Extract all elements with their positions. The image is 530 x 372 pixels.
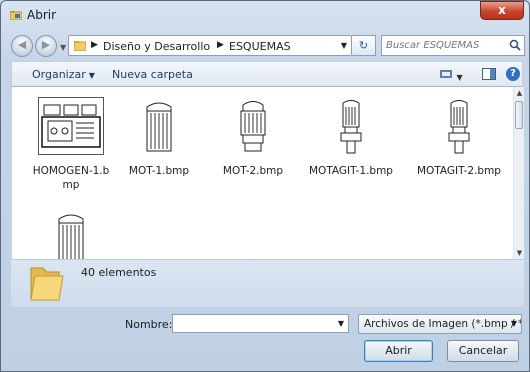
file-item[interactable]: MOT-2.bmp [210, 97, 296, 178]
back-arrow-icon: ◀ [17, 38, 27, 51]
chevron-right-icon[interactable]: ▶ [217, 40, 224, 50]
window-title: Abrir [27, 8, 57, 22]
preview-pane-icon[interactable] [482, 68, 496, 80]
file-item[interactable]: MOTAGIT-1.bmp [308, 97, 394, 178]
details-pane: 40 elementos [11, 259, 524, 307]
search-input[interactable] [386, 38, 504, 53]
filename-field[interactable]: ▼ [172, 314, 349, 333]
change-view-button[interactable]: ▼ [439, 68, 463, 83]
chevron-down-icon: ▼ [510, 319, 517, 328]
back-button[interactable]: ◀ [11, 35, 33, 57]
item-count: 40 elementos [81, 266, 157, 279]
file-item[interactable]: MOTAGIT-2.bmp [416, 97, 502, 178]
file-name: MOT-2.bmp [222, 165, 284, 177]
refresh-icon: ↻ [358, 39, 369, 52]
refresh-button[interactable]: ↻ [352, 35, 376, 56]
address-bar[interactable]: ▶ Diseño y Desarrollo ▶ ESQUEMAS ▼ [68, 35, 352, 56]
title-bar[interactable]: Abrir x [1, 1, 529, 29]
new-folder-button[interactable]: Nueva carpeta [112, 68, 193, 81]
file-item[interactable]: HOMOGEN-1.bmp [28, 97, 114, 192]
search-icon[interactable] [509, 39, 521, 51]
view-icon [440, 70, 452, 78]
homogenizer-thumbnail [38, 97, 104, 155]
scroll-up-icon[interactable]: ▲ [515, 89, 524, 97]
command-bar: Organizar ▼ Nueva carpeta ▼ ? [11, 61, 523, 87]
search-box[interactable] [381, 35, 525, 56]
organize-menu[interactable]: Organizar ▼ [32, 68, 95, 81]
address-dropdown-icon[interactable]: ▼ [341, 41, 347, 50]
breadcrumb-segment[interactable]: Diseño y Desarrollo [103, 40, 210, 53]
organize-label: Organizar [32, 68, 86, 81]
chevron-right-icon[interactable]: ▶ [91, 40, 98, 50]
close-button[interactable]: x [480, 1, 524, 20]
cancel-button[interactable]: Cancelar [447, 340, 519, 362]
folder-icon [30, 267, 64, 301]
recent-locations-dropdown[interactable]: ▼ [60, 43, 66, 52]
agitator-motor-thumbnail [340, 100, 362, 154]
filetype-value: Archivos de Imagen (*.bmp / *. [364, 318, 522, 330]
chevron-down-icon: ▼ [88, 71, 95, 80]
file-name: HOMOGEN-1.bmp [32, 165, 110, 191]
motor-thumbnail [146, 102, 172, 152]
file-name: MOTAGIT-1.bmp [309, 165, 393, 177]
vertical-scrollbar[interactable]: ▲ ▼ [513, 87, 524, 259]
file-list[interactable]: HOMOGEN-1.bmp MOT-1.bmp MOT-2.bmp MOTAGI… [11, 87, 513, 259]
chevron-down-icon: ▼ [456, 73, 463, 82]
file-name: MOT-1.bmp [128, 165, 190, 177]
file-item[interactable] [28, 209, 114, 259]
open-folder-icon [10, 11, 22, 20]
filename-label: Nombre: [125, 318, 173, 331]
open-button[interactable]: Abrir [364, 340, 433, 362]
forward-arrow-icon: ▶ [41, 38, 51, 51]
motor-thumbnail [58, 214, 84, 259]
folder-icon [74, 41, 86, 51]
scroll-thumb[interactable] [515, 101, 523, 129]
filetype-select[interactable]: Archivos de Imagen (*.bmp / *. ▼ [358, 314, 522, 334]
file-item[interactable]: MOT-1.bmp [116, 97, 202, 178]
agitator-motor-thumbnail [448, 100, 470, 154]
chevron-down-icon[interactable]: ▼ [338, 319, 344, 328]
help-icon[interactable]: ? [506, 67, 520, 81]
file-name: MOTAGIT-2.bmp [417, 165, 501, 177]
open-dialog: Abrir x ◀ ▶ ▼ ▶ Diseño y Desarrollo ▶ ES… [0, 0, 530, 372]
breadcrumb-segment[interactable]: ESQUEMAS [229, 40, 291, 53]
scroll-down-icon[interactable]: ▼ [515, 249, 524, 257]
forward-button[interactable]: ▶ [35, 35, 57, 57]
motor-thumbnail [240, 101, 266, 152]
